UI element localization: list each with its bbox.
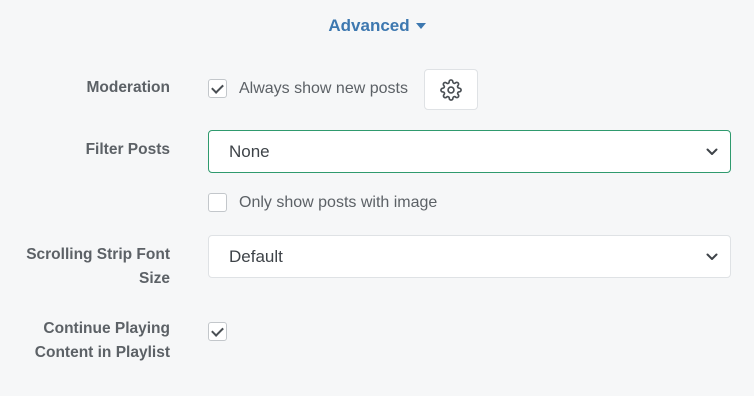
continue-playing-label-line2: Content in Playlist <box>34 344 170 361</box>
only-show-posts-with-image-checkbox[interactable] <box>208 193 227 212</box>
gear-icon <box>440 78 462 101</box>
always-show-new-posts-checkbox[interactable] <box>208 79 227 98</box>
filter-posts-select[interactable]: None <box>208 130 731 173</box>
continue-playing-label-line1: Continue Playing <box>43 320 170 337</box>
filter-posts-label: Filter Posts <box>85 141 170 158</box>
always-show-new-posts-label: Always show new posts <box>239 80 408 97</box>
font-size-selected-value: Default <box>229 247 283 266</box>
font-size-label: Scrolling Strip Font Size <box>26 243 170 291</box>
font-size-select[interactable]: Default <box>208 235 731 278</box>
chevron-down-icon <box>706 253 718 260</box>
caret-down-icon <box>415 22 426 29</box>
moderation-settings-button[interactable] <box>424 69 478 110</box>
font-size-label-line1: Scrolling Strip Font <box>26 246 170 263</box>
moderation-label: Moderation <box>86 79 170 96</box>
advanced-settings-panel: Advanced Moderation Always show new post… <box>0 0 754 396</box>
font-size-label-line2: Size <box>138 270 170 287</box>
only-show-posts-with-image-label: Only show posts with image <box>239 194 438 211</box>
chevron-down-icon <box>706 148 718 155</box>
filter-posts-selected-value: None <box>229 142 270 161</box>
advanced-toggle-label: Advanced <box>328 16 410 35</box>
continue-playing-checkbox[interactable] <box>208 322 227 341</box>
advanced-toggle[interactable]: Advanced <box>0 16 754 36</box>
continue-playing-label: Continue Playing Content in Playlist <box>35 317 170 365</box>
